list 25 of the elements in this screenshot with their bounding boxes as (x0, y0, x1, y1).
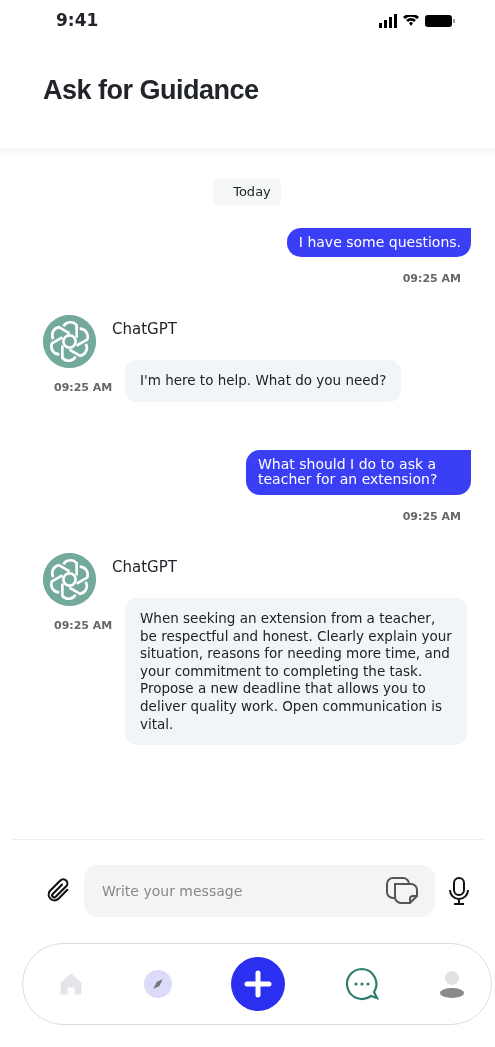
message-time: 09:25 AM (53, 380, 114, 397)
message-bubble: What should I do to ask a teacher for an extension? (246, 449, 471, 495)
assistant-avatar (43, 315, 96, 369)
wifi-icon (403, 15, 419, 27)
message-bubble: I have some questions. (286, 227, 471, 257)
message-bubble: I'm here to help. What do you need? (125, 360, 402, 402)
assistant-avatar (43, 553, 96, 607)
message-time: 09:25 AM (402, 508, 461, 525)
compass-icon[interactable] (144, 970, 172, 998)
profile-icon[interactable] (439, 970, 465, 998)
date-label: Today (213, 178, 281, 206)
signal-icon (379, 14, 397, 28)
message-field[interactable]: Write your message (84, 865, 435, 917)
sender-name: ChatGPT (112, 557, 177, 579)
sticker-icon[interactable] (385, 876, 419, 906)
battery-icon (425, 15, 455, 27)
chat-icon[interactable] (344, 966, 380, 1002)
message-time: 09:25 AM (53, 618, 114, 635)
page-title: Ask for Guidance (43, 74, 260, 107)
sender-name: ChatGPT (112, 319, 177, 341)
message-time: 09:25 AM (402, 270, 461, 287)
microphone-icon[interactable] (447, 876, 471, 906)
plus-icon[interactable] (231, 957, 285, 1011)
message-bubble: When seeking an extension from a teacher, be respectful and honest. Clearly explain your situation, reasons for needing more time, and your commitment to completing the task. Propose a new deadline that allows you to deliver quality work. Open communication is vital. (125, 598, 467, 746)
status-time: 9:41 (56, 9, 99, 33)
